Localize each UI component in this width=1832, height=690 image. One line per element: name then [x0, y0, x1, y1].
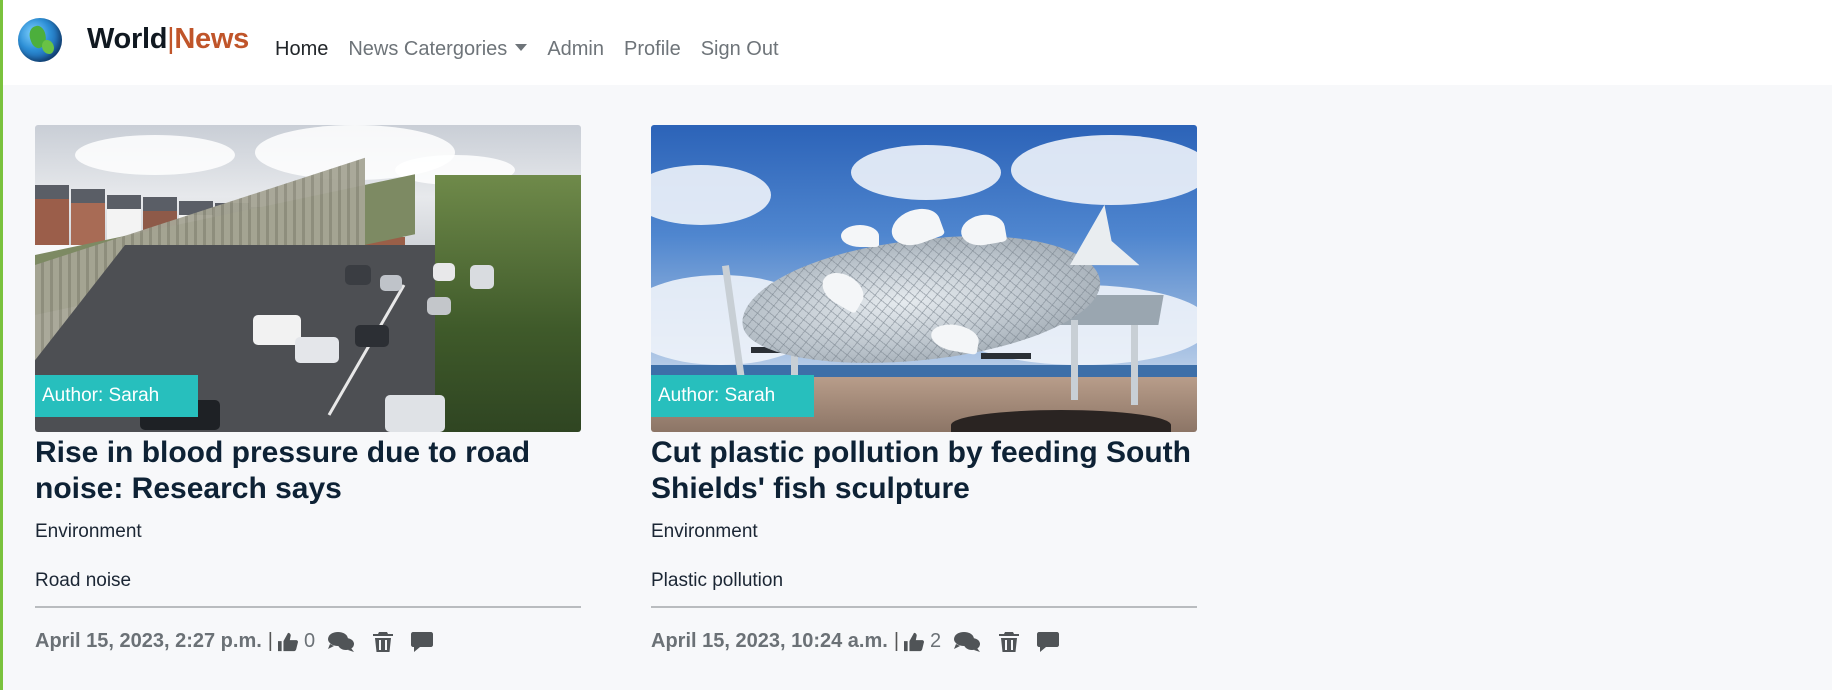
nav-profile[interactable]: Profile [624, 38, 681, 61]
trash-icon[interactable] [373, 631, 394, 653]
nav-news-categories-label: News Catergories [348, 38, 508, 60]
nav-admin[interactable]: Admin [547, 38, 604, 61]
divider [651, 606, 1197, 608]
divider [35, 606, 581, 608]
article-footer: April 15, 2023, 2:27 p.m. | 0 [35, 630, 581, 653]
likes-count: 2 [930, 630, 942, 652]
comment-icon[interactable] [1037, 631, 1060, 653]
brand-name[interactable]: World|News [87, 23, 249, 56]
article-footer: April 15, 2023, 10:24 a.m. | 2 [651, 630, 1197, 653]
thumbs-up-icon[interactable] [277, 632, 299, 652]
article-category: Environment [35, 521, 142, 542]
thumbs-up-icon[interactable] [903, 632, 925, 652]
author-badge: Author: Sarah [35, 375, 198, 417]
author-badge: Author: Sarah [651, 375, 814, 417]
trash-icon[interactable] [999, 631, 1020, 653]
brand-part-world: World [87, 23, 168, 55]
left-accent-bar [0, 0, 3, 690]
caret-down-icon [515, 44, 528, 52]
article-card: Author: Sarah Rise in blood pressure due… [35, 125, 581, 653]
article-title[interactable]: Cut plastic pollution by feeding South S… [651, 435, 1197, 507]
footer-separator: | [267, 630, 273, 652]
article-date: April 15, 2023, 10:24 a.m. [651, 630, 888, 652]
article-title[interactable]: Rise in blood pressure due to road noise… [35, 435, 581, 507]
navbar: World|News Home News Catergories Admin P… [3, 0, 1832, 85]
footer-separator: | [893, 630, 900, 652]
article-date: April 15, 2023, 2:27 p.m. [35, 630, 262, 652]
comment-icon[interactable] [411, 631, 434, 653]
nav-news-categories-dropdown[interactable]: News Catergories [348, 38, 528, 61]
nav-sign-out[interactable]: Sign Out [701, 38, 779, 61]
comments-icon[interactable] [327, 631, 355, 653]
brand-part-news: News [174, 23, 249, 55]
nav-home[interactable]: Home [275, 38, 328, 61]
article-image-fish-sculpture[interactable]: Author: Sarah [651, 125, 1197, 432]
article-subtitle: Road noise [35, 570, 132, 591]
likes-count: 0 [303, 630, 316, 652]
article-card: Author: Sarah Cut plastic pollution by f… [651, 125, 1197, 653]
comments-icon[interactable] [953, 631, 981, 653]
nav-links: Home News Catergories Admin Profile Sign… [275, 38, 799, 61]
article-subtitle: Plastic pollution [651, 570, 784, 591]
article-image-road[interactable]: Author: Sarah [35, 125, 581, 432]
article-category: Environment [651, 521, 758, 542]
globe-logo-icon[interactable] [18, 18, 62, 62]
